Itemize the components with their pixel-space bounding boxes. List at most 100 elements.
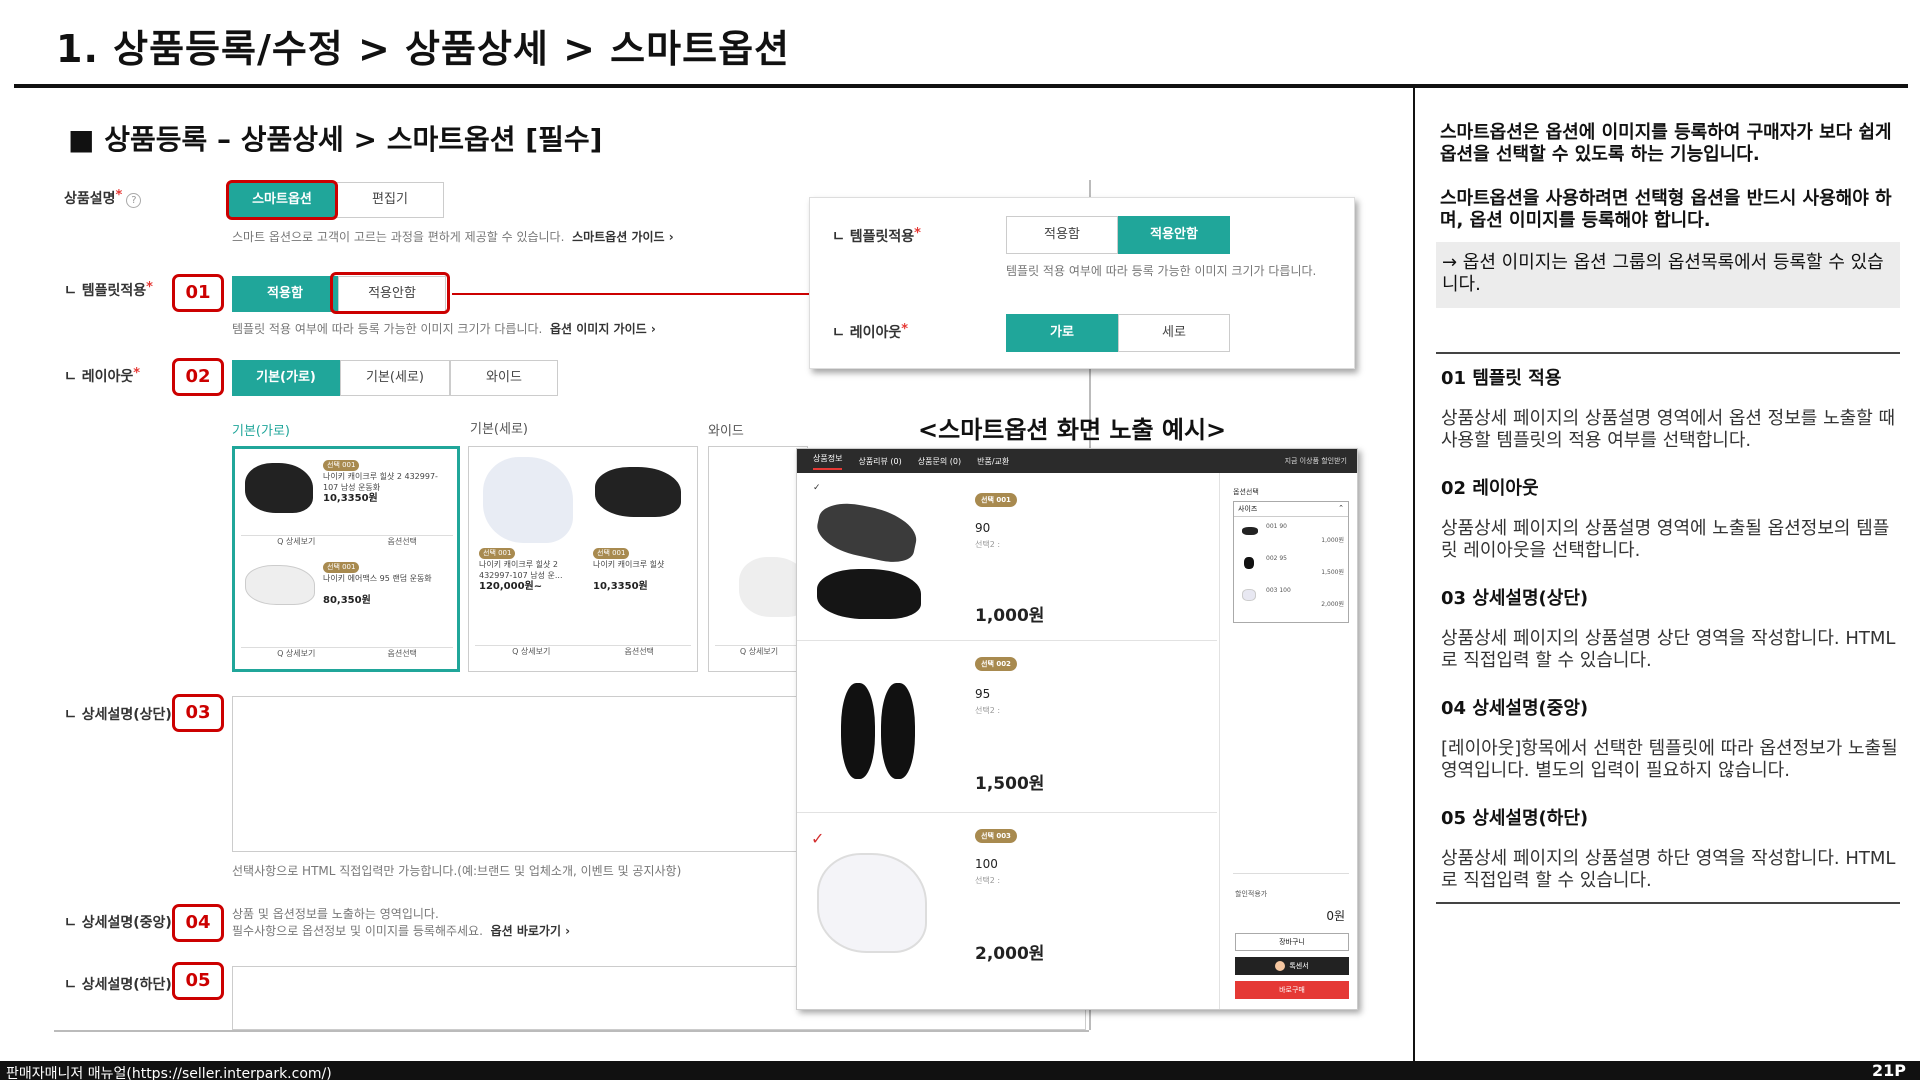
option-shortcut-link[interactable]: 옵션 바로가기 › [491,924,571,938]
tab-editor[interactable]: 편집기 [336,182,444,218]
popup-template-tabs: 적용함 적용안함 [1006,216,1230,254]
detail-button[interactable]: Q 상세보기 [277,648,315,659]
detail-button[interactable]: Q 상세보기 [740,646,778,657]
option-sub: 선택2 : [975,876,1001,885]
desc-help: 스마트 옵션으로 고객이 고르는 과정을 편하게 제공할 수 있습니다. 스마트… [232,230,674,244]
detail-button[interactable]: Q 상세보기 [277,536,315,547]
tab-layout-horizontal[interactable]: 기본(가로) [232,360,340,396]
intro-text-1: 스마트옵션은 옵션에 이미지를 등록하여 구매자가 보다 쉽게 옵션을 선택할 … [1440,122,1892,165]
layout-preview-vertical[interactable]: 선택 001 나이키 캐이크루 힐샷 2 432997-107 남성 운... … [468,446,698,672]
shoe-image [245,565,315,605]
shoe-image [483,457,573,543]
bottom-desc-label: ㄴ 상세설명(하단) [64,977,172,993]
tab-template-apply[interactable]: 적용함 [232,276,338,312]
example-tab-info[interactable]: 상품정보 [813,453,843,470]
example-discount-link[interactable]: 지금 이상품 할인받기 [1285,456,1347,466]
example-caption: <스마트옵션 화면 노출 예시> [918,416,1227,444]
highlight-frame [226,180,338,220]
option-button[interactable]: 옵션선택 [387,536,416,547]
layout-preview-horizontal[interactable]: 선택 001 나이키 캐이크루 힐샷 2 432997-107 남성 운동화 1… [232,446,460,672]
section-heading-03: 03 상세설명(상단) [1441,588,1589,609]
section-heading-04: 04 상세설명(중앙) [1441,698,1589,719]
talk-button[interactable]: 톡센서 [1235,957,1349,975]
footer-text: 판매자매니저 매뉴얼(https://seller.interpark.com/… [6,1066,332,1080]
option-price: 2,000원 [975,944,1045,964]
callout-01: 01 [172,274,224,312]
total-price: 0원 [1326,909,1345,923]
option-sub: 선택2 : [975,706,1001,715]
intro-text-2: 스마트옵션을 사용하려면 선택형 옵션을 반드시 사용해야 하며, 옵션 이미지… [1440,188,1892,231]
example-tab-return[interactable]: 반품/교환 [977,456,1009,467]
example-tab-review[interactable]: 상품리뷰 (0) [858,456,901,467]
callout-arrow [452,293,822,295]
option-size: 95 [975,687,991,701]
option-price: 1,000원 [975,606,1045,626]
template-help: 템플릿 적용 여부에 따라 등록 가능한 이미지 크기가 다릅니다. 옵션 이미… [232,322,656,336]
sandal-image [812,497,922,567]
option-button[interactable]: 옵션선택 [387,648,416,659]
flipflop-thumb [1244,557,1254,569]
option-badge: 선택 003 [975,829,1017,843]
tab-layout-wide[interactable]: 와이드 [450,360,558,396]
popup-template-help: 템플릿 적용 여부에 따라 등록 가능한 이미지 크기가 다릅니다. [1006,264,1317,278]
option-price: 1,500원 [975,774,1045,794]
popup-template-label: ㄴ 템플릿적용* [832,226,921,245]
popup-tab-horizontal[interactable]: 가로 [1006,314,1118,352]
option-select-box[interactable]: 사이즈 ⌃ 001 90 1,000원 002 95 1,500원 003 100… [1233,501,1349,623]
section-text-05: 상품상세 페이지의 상품설명 하단 영역을 작성합니다. HTML 로 직접입력… [1441,848,1896,891]
detail-button[interactable]: Q 상세보기 [512,646,550,657]
popup-layout-label: ㄴ 레이아웃* [832,322,909,341]
nike-logo-icon: ✓ [813,483,821,493]
footer-bar: 판매자매니저 매뉴얼(https://seller.interpark.com/… [0,1061,1920,1080]
flipflop-image [841,683,875,779]
mid-desc-help: 상품 및 옵션정보를 노출하는 영역입니다. 필수사항으로 옵션정보 및 이미지… [232,907,571,938]
example-item-row: ✓ 선택 003 100 선택2 : 2,000원 [797,813,1217,983]
template-popup: ㄴ 템플릿적용* 적용함 적용안함 템플릿 적용 여부에 따라 등록 가능한 이… [809,197,1355,369]
section-heading-02: 02 레이아웃 [1441,478,1539,499]
note-box: → 옵션 이미지는 옵션 그룹의 옵션목록에서 등록할 수 있습니다. [1436,242,1900,308]
section-text-03: 상품상세 페이지의 상품설명 상단 영역을 작성합니다. HTML로 직접입력 … [1441,628,1896,671]
popup-tab-vertical[interactable]: 세로 [1118,314,1230,352]
smart-option-guide-link[interactable]: 스마트옵션 가이드 › [572,230,674,244]
preview-label-wide: 와이드 [708,424,744,439]
slide-thumb [1242,589,1256,601]
option-list-item[interactable]: 001 90 1,000원 [1234,517,1348,549]
callout-05: 05 [172,962,224,1000]
popup-tab-apply[interactable]: 적용함 [1006,216,1118,254]
option-list-item[interactable]: 003 100 2,000원 [1234,581,1348,613]
flipflop-image [881,683,915,779]
card-item: 선택 001 나이키 캐이크루 힐샷 2 432997-107 남성 운... … [479,548,563,592]
popup-tab-noapply[interactable]: 적용안함 [1118,216,1230,254]
section-heading: ■ 상품등록 – 상품상세 > 스마트옵션 [필수] [68,123,603,156]
example-item-row: ✓ 선택 001 90 선택2 : 1,000원 [797,477,1217,641]
sandal-image [817,569,921,619]
section-text-01: 상품상세 페이지의 상품설명 영역에서 옵션 정보를 노출할 때 사용할 템플릿… [1441,408,1896,451]
section-text-04: [레이아웃]항목에서 선택한 템플릿에 따라 옵션정보가 노출될 영역입니다. … [1441,738,1898,781]
option-badge: 선택 002 [975,657,1017,671]
sandal-thumb [1242,527,1258,535]
option-select-title: 옵션선택 [1233,488,1259,496]
example-tab-qna[interactable]: 상품문의 (0) [918,456,961,467]
layout-preview-wide[interactable]: Q 상세보기 [708,446,809,672]
title-rule [14,84,1908,88]
section-text-02: 상품상세 페이지의 상품설명 영역에 노출될 옵션정보의 템플릿 레이아웃을 선… [1441,518,1890,561]
tab-layout-vertical[interactable]: 기본(세로) [340,360,450,396]
help-icon[interactable]: ? [126,193,142,208]
section-heading-05: 05 상세설명(하단) [1441,808,1589,829]
discount-label: 할인적용가 [1235,890,1268,898]
template-label: ㄴ 템플릿적용* [64,280,153,299]
cart-button[interactable]: 장바구니 [1235,933,1349,951]
example-nav: 상품정보 상품리뷰 (0) 상품문의 (0) 반품/교환 지금 이상품 할인받기 [797,449,1357,473]
option-select[interactable]: 사이즈 ⌃ [1234,502,1348,517]
slide-image [817,853,927,953]
top-desc-help: 선택사항으로 HTML 직접입력만 가능합니다.(예:브랜드 및 업체소개, 이… [232,864,682,878]
layout-tabs: 기본(가로) 기본(세로) 와이드 [232,360,558,396]
chevron-up-icon: ⌃ [1338,504,1344,512]
section-rule [1436,902,1900,904]
option-list-item[interactable]: 002 95 1,500원 [1234,549,1348,581]
option-button[interactable]: 옵션선택 [624,646,653,657]
buy-now-button[interactable]: 바로구매 [1235,981,1349,999]
option-image-guide-link[interactable]: 옵션 이미지 가이드 › [550,322,656,336]
card-item: 선택 001 나이키 캐이크루 힐샷 10,3350원 [593,548,665,592]
option-size: 100 [975,857,998,871]
